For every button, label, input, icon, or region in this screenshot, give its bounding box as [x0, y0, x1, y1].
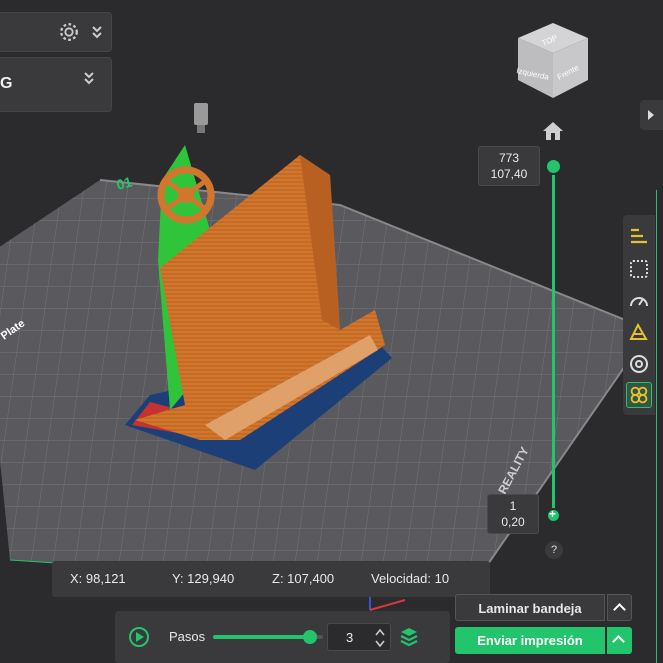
gear-icon[interactable]	[58, 21, 80, 43]
top-layer-height: 107,40	[490, 167, 528, 181]
coord-y: Y: 129,940	[172, 571, 235, 586]
chevron-up-icon	[613, 603, 626, 616]
slice-plate-button[interactable]: Laminar bandeja	[455, 594, 605, 621]
line-type-icon[interactable]	[626, 223, 652, 249]
sidebar-edge	[656, 190, 663, 663]
double-chevron-down-icon[interactable]	[82, 70, 96, 86]
bottom-layer-number: 1	[509, 499, 517, 513]
send-print-button[interactable]: Enviar impresión	[455, 627, 605, 654]
step-value: 3	[346, 630, 354, 645]
print-options-button[interactable]	[607, 627, 632, 654]
chevron-up-icon	[612, 635, 625, 648]
layer-slider-bottom-handle[interactable]	[546, 507, 561, 523]
layer-height-icon[interactable]	[626, 256, 652, 282]
home-icon[interactable]	[541, 120, 565, 142]
collapse-sidebar-button[interactable]	[640, 100, 663, 130]
temperature-icon[interactable]	[626, 351, 652, 377]
fan-speed-icon[interactable]	[626, 319, 652, 345]
help-button[interactable]: ?	[545, 541, 563, 559]
top-layer-label: 773 107,40	[478, 146, 540, 186]
bottom-layer-height: 0,20	[501, 515, 525, 529]
profile-panel[interactable]: G	[0, 57, 112, 112]
nozzle	[194, 103, 208, 125]
steps-label: Pasos	[169, 629, 206, 644]
play-icon[interactable]	[129, 627, 149, 647]
playback-bar: Pasos 3	[115, 611, 450, 663]
step-input[interactable]: 3	[327, 623, 391, 651]
feature-icon[interactable]	[626, 382, 652, 408]
double-chevron-down-icon[interactable]	[90, 24, 104, 40]
slice-options-button[interactable]	[607, 594, 632, 621]
top-layer-number: 773	[498, 151, 520, 165]
steps-slider-fill	[213, 635, 307, 639]
coord-z: Z: 107,400	[272, 571, 335, 586]
view-cube[interactable]: TOP Izquierda Frente	[513, 18, 593, 103]
layers-icon[interactable]	[399, 626, 419, 648]
chevron-up-icon[interactable]	[374, 627, 386, 637]
coordinates-bar: X: 98,121 Y: 129,940 Z: 107,400 Velocida…	[52, 561, 490, 597]
profile-label: G	[0, 75, 13, 92]
chevron-down-icon[interactable]	[374, 639, 386, 649]
speed-readout: Velocidad: 10	[371, 571, 450, 586]
layer-slider-track[interactable]	[552, 165, 555, 515]
right-toolbar	[623, 215, 655, 415]
bottom-layer-label: 1 0,20	[487, 494, 539, 534]
settings-panel	[0, 12, 112, 52]
coord-x: X: 98,121	[70, 571, 126, 586]
speed-icon[interactable]	[626, 288, 652, 314]
steps-slider-handle[interactable]	[303, 630, 317, 644]
layer-slider-top-handle[interactable]	[545, 158, 562, 175]
